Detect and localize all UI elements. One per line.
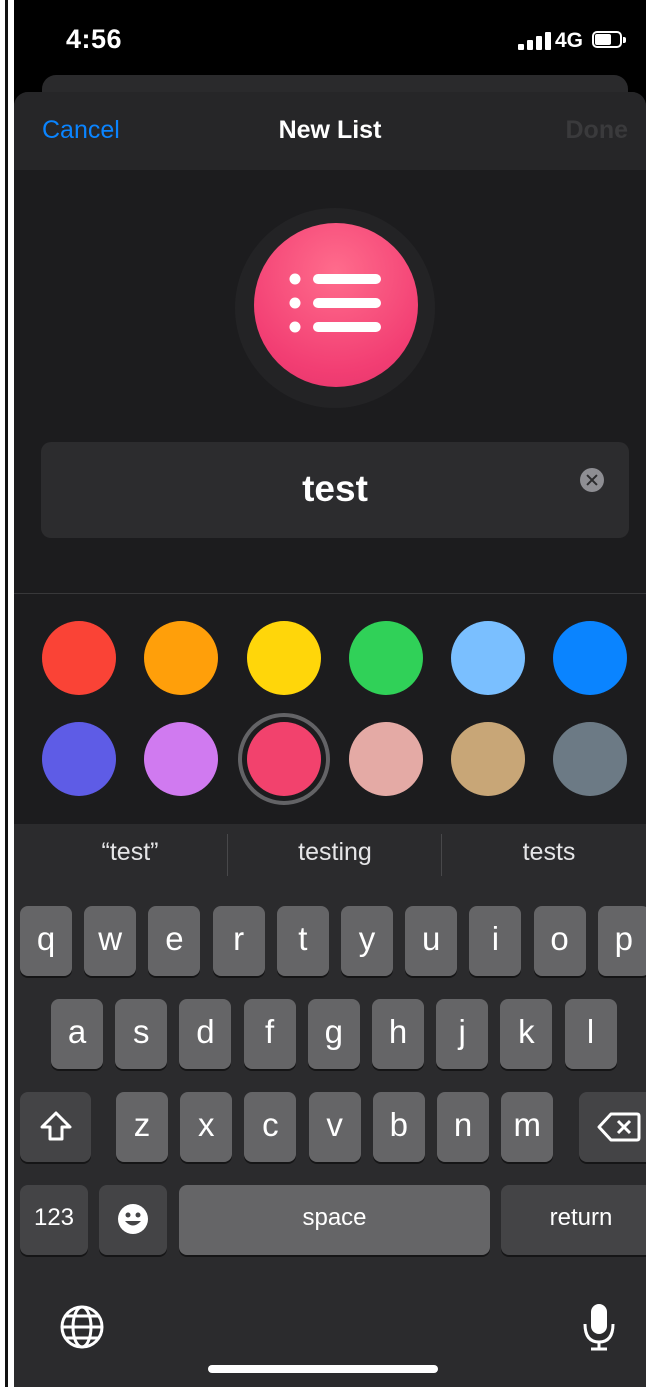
key-b[interactable]: b bbox=[372, 1092, 425, 1162]
color-swatch-yellow[interactable] bbox=[247, 621, 321, 695]
key-t[interactable]: t bbox=[276, 906, 329, 976]
color-swatch-indigo[interactable] bbox=[42, 722, 116, 796]
key-c[interactable]: c bbox=[244, 1092, 297, 1162]
list-bullet-icon bbox=[289, 273, 381, 333]
key-n[interactable]: n bbox=[437, 1092, 489, 1162]
suggestion-bar: “test” testing tests bbox=[14, 824, 646, 888]
color-swatch-rose[interactable] bbox=[349, 722, 423, 796]
delete-icon bbox=[597, 1112, 641, 1142]
key-x[interactable]: x bbox=[180, 1092, 233, 1162]
key-w[interactable]: w bbox=[84, 906, 137, 976]
battery-icon bbox=[592, 31, 626, 48]
shift-icon bbox=[40, 1111, 71, 1141]
suggestion-2[interactable]: testing bbox=[228, 838, 442, 867]
numbers-key[interactable]: 123 bbox=[20, 1185, 88, 1255]
emoji-key[interactable] bbox=[99, 1185, 167, 1255]
window-edge bbox=[0, 0, 14, 1387]
key-q[interactable]: q bbox=[20, 906, 72, 976]
key-l[interactable]: l bbox=[564, 999, 617, 1069]
key-y[interactable]: y bbox=[341, 906, 393, 976]
color-swatch-green[interactable] bbox=[349, 621, 423, 695]
color-swatch-gray[interactable] bbox=[553, 722, 627, 796]
globe-icon[interactable] bbox=[59, 1304, 105, 1350]
home-indicator[interactable] bbox=[208, 1365, 438, 1373]
color-swatch-purple[interactable] bbox=[144, 722, 218, 796]
key-j[interactable]: j bbox=[436, 999, 489, 1069]
status-time: 4:56 bbox=[66, 24, 123, 54]
new-list-sheet: Cancel New List Done test “test” testing… bbox=[14, 92, 646, 1387]
key-r[interactable]: r bbox=[212, 906, 265, 976]
key-m[interactable]: m bbox=[501, 1092, 554, 1162]
key-o[interactable]: o bbox=[533, 906, 586, 976]
key-v[interactable]: v bbox=[308, 1092, 361, 1162]
divider bbox=[14, 593, 646, 594]
key-k[interactable]: k bbox=[500, 999, 553, 1069]
selected-color-ring bbox=[238, 713, 330, 805]
signal-bars-icon bbox=[518, 32, 558, 50]
key-e[interactable]: e bbox=[148, 906, 201, 976]
return-key[interactable]: return bbox=[501, 1185, 646, 1255]
key-z[interactable]: z bbox=[116, 1092, 168, 1162]
status-bar: 4:56 4G bbox=[14, 0, 646, 80]
color-swatch-tan[interactable] bbox=[451, 722, 525, 796]
done-button[interactable]: Done bbox=[566, 116, 629, 145]
key-h[interactable]: h bbox=[372, 999, 424, 1069]
clear-text-icon[interactable] bbox=[580, 468, 604, 492]
shift-key[interactable] bbox=[20, 1092, 91, 1162]
emoji-icon bbox=[118, 1204, 148, 1234]
page-title: New List bbox=[278, 116, 382, 144]
suggestion-3[interactable]: tests bbox=[442, 838, 646, 867]
key-d[interactable]: d bbox=[179, 999, 232, 1069]
key-g[interactable]: g bbox=[307, 999, 360, 1069]
key-u[interactable]: u bbox=[405, 906, 458, 976]
color-swatch-orange[interactable] bbox=[144, 621, 218, 695]
suggestion-1[interactable]: “test” bbox=[32, 838, 228, 867]
key-a[interactable]: a bbox=[51, 999, 103, 1069]
color-swatch-red[interactable] bbox=[42, 621, 116, 695]
list-name-field[interactable]: test bbox=[41, 442, 629, 538]
color-swatch-light-blue[interactable] bbox=[451, 621, 525, 695]
delete-key[interactable] bbox=[579, 1092, 646, 1162]
key-f[interactable]: f bbox=[243, 999, 296, 1069]
microphone-icon[interactable] bbox=[582, 1302, 616, 1352]
network-type: 4G bbox=[555, 29, 584, 52]
key-s[interactable]: s bbox=[115, 999, 168, 1069]
key-p[interactable]: p bbox=[597, 906, 646, 976]
color-swatch-blue[interactable] bbox=[553, 621, 627, 695]
list-name-input[interactable]: test bbox=[65, 468, 605, 510]
nav-bar: Cancel New List Done bbox=[14, 92, 646, 170]
key-i[interactable]: i bbox=[469, 906, 522, 976]
space-key[interactable]: space bbox=[179, 1185, 490, 1255]
